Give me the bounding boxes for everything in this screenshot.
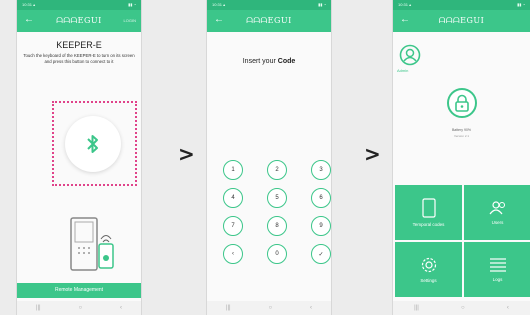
key-1[interactable]: 1	[223, 160, 243, 180]
system-back-button[interactable]: ‹	[120, 305, 122, 311]
android-nav-bar: ||| ○ ‹	[393, 301, 530, 315]
status-bar: 10:31 ▴ ▮▮ ◔	[17, 0, 141, 10]
tile-label: Temporal codes	[412, 222, 445, 227]
app-bar: ← ᗩᗩᗩEGUI LOGIN	[17, 10, 141, 32]
tile-label: Logs	[492, 277, 503, 282]
bluetooth-icon	[87, 135, 98, 153]
back-arrow-icon[interactable]: ←	[24, 14, 34, 26]
status-icons: ▮▮ ◔	[318, 2, 326, 7]
flow-arrow: >	[364, 142, 381, 166]
recent-apps-button[interactable]: |||	[226, 305, 231, 311]
tile-temporal-codes[interactable]: Temporal codes	[395, 185, 462, 240]
status-icons: ▮▮ ◔	[128, 2, 136, 7]
key-9[interactable]: 9	[311, 216, 331, 236]
battery-level: Battery 90%	[451, 128, 472, 132]
system-back-button[interactable]: ‹	[507, 305, 509, 311]
lock-status-button[interactable]	[447, 88, 477, 118]
confirm-key[interactable]: ✓	[311, 244, 331, 264]
backspace-key[interactable]: ‹	[223, 244, 243, 264]
remote-management-button[interactable]: Remote Management	[17, 283, 141, 298]
header-login-link[interactable]: LOGIN	[124, 18, 136, 23]
tile-label: Users	[491, 220, 504, 225]
gear-icon	[421, 257, 436, 273]
keeper-device-illustration	[70, 217, 114, 271]
key-0[interactable]: 0	[267, 244, 287, 264]
device-title: KEEPER-E	[56, 40, 102, 50]
brand-logo: ᗩᗩᗩEGUI	[246, 16, 292, 25]
app-bar: ← ᗩᗩᗩEGUI	[393, 10, 530, 32]
key-7[interactable]: 7	[223, 216, 243, 236]
phone-screen-connect: 10:31 ▴ ▮▮ ◔ ← ᗩᗩᗩEGUI LOGIN KEEPER-E To…	[16, 0, 142, 315]
phone-screen-dashboard: 10:31 ▴ ▮▮ ◔ ← ᗩᗩᗩEGUI Admin Battery 90%…	[392, 0, 530, 315]
key-6[interactable]: 6	[311, 188, 331, 208]
status-icons: ▮▮ ◔	[517, 2, 525, 7]
list-icon	[489, 258, 506, 272]
numeric-keypad: 1 2 3 4 5 6 7 8 9 ‹ 0 ✓	[223, 160, 331, 264]
flow-arrow: >	[178, 142, 195, 166]
android-nav-bar: ||| ○ ‹	[207, 301, 331, 315]
code-prompt-text: Insert your	[242, 58, 276, 65]
system-back-button[interactable]: ‹	[310, 305, 312, 311]
padlock-icon	[455, 94, 469, 112]
brand-logo: ᗩᗩᗩEGUI	[56, 16, 102, 25]
key-8[interactable]: 8	[267, 216, 287, 236]
connect-instructions: Touch the keyboard of the KEEPER-E to tu…	[23, 53, 135, 64]
tile-users[interactable]: Users	[464, 185, 530, 240]
user-avatar-icon[interactable]	[399, 44, 421, 66]
app-bar: ← ᗩᗩᗩEGUI	[207, 10, 331, 32]
status-time: 10:31 ▴	[212, 2, 226, 7]
android-nav-bar: ||| ○ ‹	[17, 301, 141, 315]
firmware-version: Version 2.1	[453, 134, 469, 138]
home-button[interactable]: ○	[79, 305, 83, 311]
status-time: 10:31 ▴	[398, 2, 412, 7]
recent-apps-button[interactable]: |||	[36, 305, 41, 311]
back-arrow-icon[interactable]: ←	[400, 14, 410, 26]
status-bar: 10:31 ▴ ▮▮ ◔	[207, 0, 331, 10]
code-prompt-bold: Code	[277, 58, 296, 65]
home-button[interactable]: ○	[461, 305, 465, 311]
tile-label: Settings	[420, 278, 437, 283]
key-3[interactable]: 3	[311, 160, 331, 180]
tile-settings[interactable]: Settings	[395, 242, 462, 297]
brand-logo: ᗩᗩᗩEGUI	[438, 16, 485, 25]
key-2[interactable]: 2	[267, 160, 287, 180]
bluetooth-connect-button[interactable]	[65, 116, 121, 172]
tile-logs[interactable]: Logs	[464, 242, 530, 297]
back-arrow-icon[interactable]: ←	[214, 14, 224, 26]
key-5[interactable]: 5	[267, 188, 287, 208]
status-bar: 10:31 ▴ ▮▮ ◔	[393, 0, 530, 10]
phone-screen-code: 10:31 ▴ ▮▮ ◔ ← ᗩᗩᗩEGUI Insert your Code …	[206, 0, 332, 315]
home-button[interactable]: ○	[269, 305, 273, 311]
status-time: 10:31 ▴	[22, 2, 36, 7]
key-4[interactable]: 4	[223, 188, 243, 208]
users-icon	[489, 201, 505, 215]
user-role-label: Admin	[397, 68, 409, 73]
recent-apps-button[interactable]: |||	[414, 305, 419, 311]
phone-icon	[421, 198, 436, 218]
code-prompt: Insert your Code	[207, 58, 331, 65]
